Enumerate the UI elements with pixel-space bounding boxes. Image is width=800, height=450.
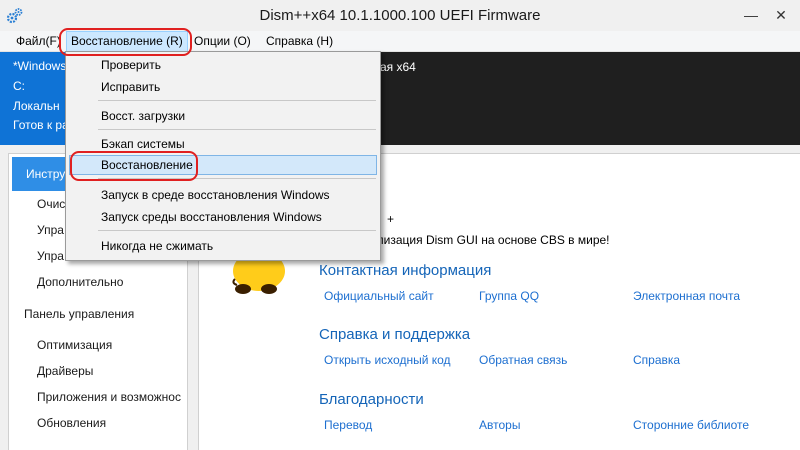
link-help[interactable]: Справка: [633, 353, 680, 367]
menu-file[interactable]: Файл(F): [12, 31, 65, 52]
menu-item-never-compress[interactable]: Никогда не сжимать: [69, 236, 377, 256]
link-feedback[interactable]: Обратная связь: [479, 353, 567, 367]
menu-separator: [98, 100, 376, 101]
menu-separator: [98, 230, 376, 231]
menu-item-boot-repair[interactable]: Восст. загрузки: [69, 106, 377, 126]
section-help-title: Справка и поддержка: [319, 326, 471, 343]
os-name: *Windows: [13, 59, 67, 73]
menu-bar: Файл(F) Восстановление (R) Опции (O) Спр…: [0, 31, 800, 52]
menu-item-boot-into-winre[interactable]: Запуск в среде восстановления Windows: [69, 185, 377, 205]
section-contact-title: Контактная информация: [319, 262, 492, 279]
title-bar: Dism++x64 10.1.1000.100 UEFI Firmware — …: [0, 0, 800, 31]
sidebar-item-additional[interactable]: Дополнительно: [37, 275, 123, 289]
session-tile[interactable]: *Windows C: Локальн Готов к ра: [0, 52, 70, 145]
link-translation[interactable]: Перевод: [324, 418, 372, 432]
menu-options[interactable]: Опции (O): [190, 31, 255, 52]
sidebar-item-manage-2[interactable]: Упра: [37, 249, 64, 263]
menu-item-system-backup[interactable]: Бэкап системы: [69, 134, 377, 154]
menu-item-check[interactable]: Проверить: [69, 55, 377, 75]
restore-dropdown-menu: Проверить Исправить Восст. загрузки Бэка…: [65, 51, 381, 261]
link-open-source[interactable]: Открыть исходный код: [324, 353, 451, 367]
sidebar-item-drivers[interactable]: Драйверы: [37, 364, 93, 378]
menu-item-fix[interactable]: Исправить: [69, 77, 377, 97]
minimize-button[interactable]: —: [736, 4, 766, 26]
close-button[interactable]: ✕: [766, 4, 796, 26]
link-third-party[interactable]: Сторонние библиоте: [633, 418, 749, 432]
sidebar-item-manage-1[interactable]: Упра: [37, 223, 64, 237]
os-arch-text: ая x64: [380, 60, 416, 74]
session-status: Готов к ра: [13, 118, 69, 132]
link-email[interactable]: Электронная почта: [633, 289, 740, 303]
menu-separator: [98, 178, 376, 179]
link-authors[interactable]: Авторы: [479, 418, 520, 432]
sidebar-item-apps[interactable]: Приложения и возможнос: [37, 390, 181, 404]
sidebar-item-updates[interactable]: Обновления: [37, 416, 106, 430]
menu-item-start-winre[interactable]: Запуск среды восстановления Windows: [69, 207, 377, 227]
sidebar-item-cleanup[interactable]: Очис: [37, 197, 65, 211]
menu-item-restore[interactable]: Восстановление: [69, 155, 377, 175]
session-type: Локальн: [13, 99, 60, 113]
link-qq-group[interactable]: Группа QQ: [479, 289, 539, 303]
menu-separator: [98, 129, 376, 130]
app-window: Dism++x64 10.1.1000.100 UEFI Firmware — …: [0, 0, 800, 450]
menu-restore[interactable]: Восстановление (R): [66, 31, 188, 52]
sidebar-item-tools[interactable]: Инстру: [12, 157, 67, 191]
section-thanks-title: Благодарности: [319, 391, 424, 408]
sidebar-group-control-panel: Панель управления: [24, 307, 135, 321]
about-title: +: [387, 212, 395, 226]
drive-label: C:: [13, 79, 25, 93]
menu-help[interactable]: Справка (H): [262, 31, 337, 52]
window-title: Dism++x64 10.1.1000.100 UEFI Firmware: [259, 7, 541, 24]
sidebar-item-optimization[interactable]: Оптимизация: [37, 338, 112, 352]
link-official-site[interactable]: Официальный сайт: [324, 289, 434, 303]
about-description: ализация Dism GUI на основе CBS в мире!: [370, 233, 610, 247]
